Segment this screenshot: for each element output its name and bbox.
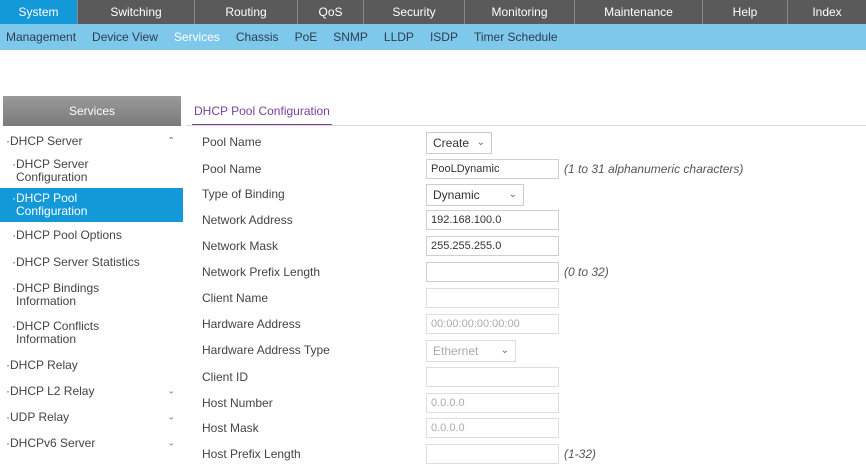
hardware-address-type-value: Ethernet — [433, 344, 479, 358]
sidebar-item-label: DHCP Pool Configuration — [16, 191, 88, 218]
tab-routing[interactable]: Routing — [195, 0, 298, 24]
hardware-address-label: Hardware Address — [202, 317, 301, 331]
hardware-address-type-label: Hardware Address Type — [202, 343, 330, 357]
chevron-up-icon[interactable]: ⌃ — [167, 136, 175, 147]
subnav-timer-schedule[interactable]: Timer Schedule — [466, 30, 566, 44]
tab-security[interactable]: Security — [364, 0, 465, 24]
host-prefix-length-label: Host Prefix Length — [202, 447, 301, 461]
row-network-mask: Network Mask 255.255.255.0 — [202, 236, 862, 258]
client-id-label: Client ID — [202, 370, 249, 384]
row-host-prefix-length: Host Prefix Length (1-32) — [202, 444, 862, 466]
sidebar-item-dhcp-server[interactable]: ·DHCP Server ⌃ — [0, 128, 185, 154]
chevron-down-icon: ⌄ — [508, 189, 517, 200]
sidebar-item-label: DHCP Pool Options — [16, 228, 122, 242]
tab-maintenance[interactable]: Maintenance — [575, 0, 703, 24]
main-content: DHCP Pool Configuration Pool Name Create… — [186, 96, 866, 464]
sidebar-item-dhcpv6-server[interactable]: ·DHCPv6 Server ⌄ — [0, 430, 185, 456]
row-network-prefix-length: Network Prefix Length (0 to 32) — [202, 262, 862, 284]
top-nav: System Switching Routing QoS Security Mo… — [0, 0, 866, 24]
sidebar-item-dhcp-bindings-information[interactable]: ·DHCP Bindings Information — [0, 276, 185, 314]
row-client-id: Client ID — [202, 367, 862, 389]
sidebar-header: Services — [3, 96, 181, 126]
pool-name-label: Pool Name — [202, 162, 262, 176]
sidebar-item-label: DHCP Server Configuration — [16, 157, 89, 184]
network-prefix-length-field[interactable] — [426, 262, 559, 282]
subnav-lldp[interactable]: LLDP — [376, 30, 422, 44]
row-hardware-address: Hardware Address 00:00:00:00:00:00 — [202, 314, 862, 336]
host-mask-label: Host Mask — [202, 421, 259, 435]
row-host-mask: Host Mask 0.0.0.0 — [202, 418, 862, 440]
host-number-label: Host Number — [202, 396, 273, 410]
host-prefix-length-field[interactable] — [426, 444, 559, 464]
tab-switching[interactable]: Switching — [78, 0, 195, 24]
title-divider — [186, 125, 866, 126]
tab-index[interactable]: Index — [788, 0, 866, 24]
row-client-name: Client Name — [202, 288, 862, 310]
hardware-address-type-select[interactable]: Ethernet ⌄ — [426, 340, 516, 362]
sidebar-item-label: DHCP Server Statistics — [16, 255, 140, 269]
sidebar-item-label: DHCP Conflicts Information — [16, 319, 100, 346]
sidebar-item-dhcp-conflicts-information[interactable]: ·DHCP Conflicts Information — [0, 314, 185, 352]
host-number-field[interactable]: 0.0.0.0 — [426, 393, 559, 413]
sidebar-item-dhcp-server-configuration[interactable]: ·DHCP Server Configuration — [0, 154, 185, 188]
client-name-field[interactable] — [426, 288, 559, 308]
pool-name-select-value: Create — [433, 136, 470, 150]
chevron-down-icon[interactable]: ⌄ — [167, 386, 175, 397]
subnav-poe[interactable]: PoE — [287, 30, 326, 44]
sidebar-item-label: DHCPv6 Server — [10, 436, 96, 450]
subnav-chassis[interactable]: Chassis — [228, 30, 287, 44]
subnav-device-view[interactable]: Device View — [84, 30, 166, 44]
sidebar-item-udp-relay[interactable]: ·UDP Relay ⌄ — [0, 404, 185, 430]
page-title: DHCP Pool Configuration — [192, 96, 332, 126]
sidebar-item-dhcp-relay[interactable]: ·DHCP Relay — [0, 352, 185, 378]
subnav-isdp[interactable]: ISDP — [422, 30, 466, 44]
row-type-of-binding: Type of Binding Dynamic ⌄ — [202, 184, 862, 206]
sidebar-item-dhcp-pool-configuration[interactable]: ·DHCP Pool Configuration — [0, 188, 183, 222]
tab-qos[interactable]: QoS — [298, 0, 364, 24]
type-of-binding-select[interactable]: Dynamic ⌄ — [426, 184, 524, 206]
row-host-number: Host Number 0.0.0.0 — [202, 393, 862, 415]
sidebar-item-label: UDP Relay — [10, 410, 70, 424]
network-prefix-length-hint: (0 to 32) — [564, 265, 609, 279]
network-prefix-length-label: Network Prefix Length — [202, 265, 321, 279]
sidebar-item-label: DHCP Relay — [10, 358, 78, 372]
subnav-services[interactable]: Services — [166, 30, 228, 44]
hardware-address-field[interactable]: 00:00:00:00:00:00 — [426, 314, 559, 334]
pool-name-field[interactable]: PooLDynamic — [426, 159, 559, 179]
chevron-down-icon[interactable]: ⌄ — [167, 438, 175, 449]
row-hardware-address-type: Hardware Address Type Ethernet ⌄ — [202, 340, 862, 362]
pool-name-select[interactable]: Create ⌄ — [426, 132, 492, 154]
type-of-binding-label: Type of Binding — [202, 187, 285, 201]
row-network-address: Network Address 192.168.100.0 — [202, 210, 862, 232]
sidebar: Services ·DHCP Server ⌃ ·DHCP Server Con… — [0, 96, 185, 466]
pool-name-select-label: Pool Name — [202, 135, 262, 149]
host-prefix-length-hint: (1-32) — [564, 447, 597, 461]
sidebar-item-dhcp-l2-relay[interactable]: ·DHCP L2 Relay ⌄ — [0, 378, 185, 404]
sidebar-item-label: DHCP L2 Relay — [10, 384, 95, 398]
client-id-field[interactable] — [426, 367, 559, 387]
type-of-binding-value: Dynamic — [433, 188, 480, 202]
sidebar-item-dhcp-server-statistics[interactable]: ·DHCP Server Statistics — [0, 249, 185, 276]
row-pool-name: Pool Name PooLDynamic (1 to 31 alphanume… — [202, 159, 862, 181]
tab-monitoring[interactable]: Monitoring — [465, 0, 575, 24]
sidebar-item-dhcp-pool-options[interactable]: ·DHCP Pool Options — [0, 222, 185, 249]
chevron-down-icon: ⌄ — [476, 137, 485, 148]
sidebar-item-label: DHCP Server — [10, 134, 83, 148]
chevron-down-icon[interactable]: ⌄ — [167, 412, 175, 423]
chevron-down-icon: ⌄ — [500, 345, 509, 356]
tab-system[interactable]: System — [0, 0, 78, 24]
host-mask-field[interactable]: 0.0.0.0 — [426, 418, 559, 438]
network-mask-field[interactable]: 255.255.255.0 — [426, 236, 559, 256]
network-address-field[interactable]: 192.168.100.0 — [426, 210, 559, 230]
sidebar-item-label: DHCP Bindings Information — [16, 281, 100, 308]
network-mask-label: Network Mask — [202, 239, 279, 253]
client-name-label: Client Name — [202, 291, 269, 305]
subnav-snmp[interactable]: SNMP — [325, 30, 376, 44]
network-address-label: Network Address — [202, 213, 293, 227]
tab-help[interactable]: Help — [703, 0, 788, 24]
subnav-management[interactable]: Management — [0, 30, 84, 44]
row-pool-name-select: Pool Name Create ⌄ — [202, 132, 862, 154]
pool-name-hint: (1 to 31 alphanumeric characters) — [564, 162, 744, 176]
sub-nav: Management Device View Services Chassis … — [0, 24, 866, 50]
